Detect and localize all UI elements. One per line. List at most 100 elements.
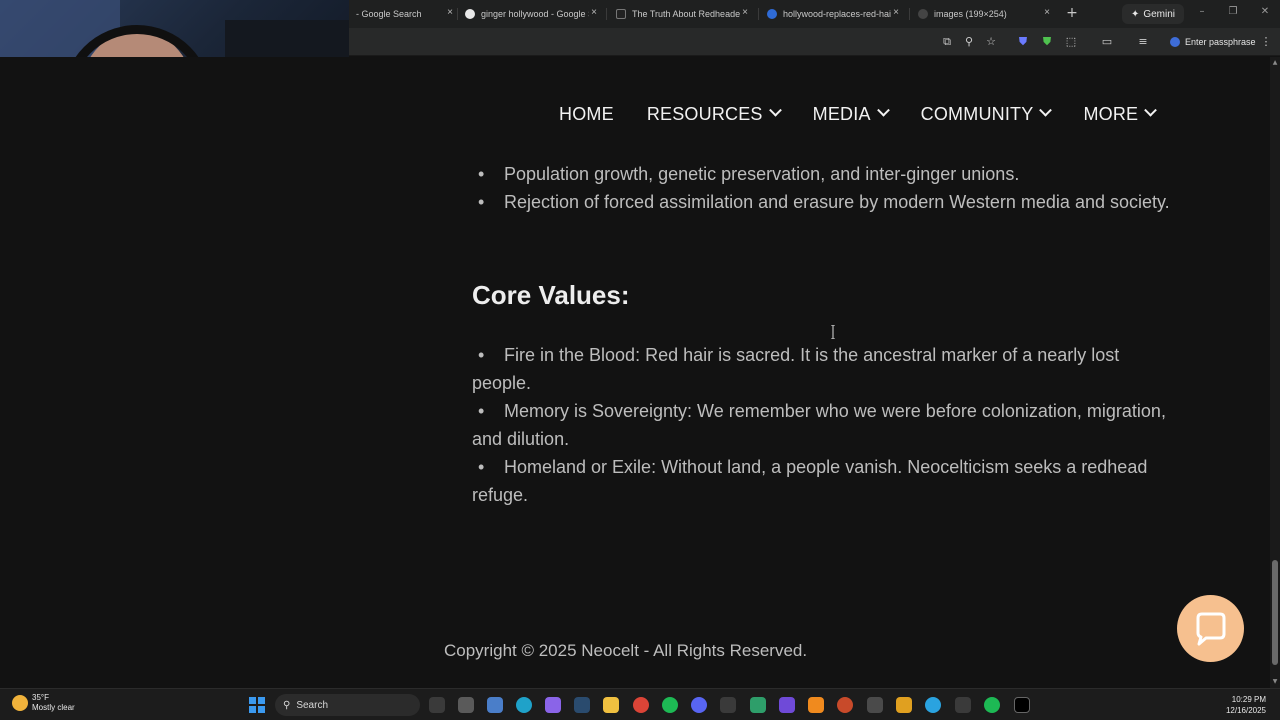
x-app-icon[interactable] xyxy=(1014,697,1030,713)
list-item: Homeland or Exile: Without land, a peopl… xyxy=(472,453,1182,509)
taskbar-search[interactable]: ⚲ Search xyxy=(275,694,420,716)
search-icon: ⚲ xyxy=(283,699,291,711)
spotify-icon[interactable] xyxy=(662,697,678,713)
browser-tab-strip: - Google Search × ginger hollywood - Goo… xyxy=(349,0,1280,28)
copilot-icon[interactable] xyxy=(545,697,561,713)
tab-close-icon[interactable]: × xyxy=(588,7,600,18)
tab-title: The Truth About Redheaded xyxy=(632,9,740,19)
scrollbar-thumb[interactable] xyxy=(1272,560,1278,665)
passphrase-button[interactable]: Enter passphrase xyxy=(1164,33,1262,51)
nav-label: MORE xyxy=(1083,104,1139,124)
extension-shield-icon[interactable]: ⛊ xyxy=(1016,35,1030,49)
tab-close-icon[interactable]: × xyxy=(1041,7,1053,18)
store-icon[interactable] xyxy=(458,697,474,713)
spotify-icon[interactable] xyxy=(984,697,1000,713)
nav-resources[interactable]: RESOURCES xyxy=(646,103,782,125)
nav-more[interactable]: MORE xyxy=(1083,103,1158,125)
browser-tab[interactable]: - Google Search × xyxy=(356,4,456,24)
telegram-icon[interactable] xyxy=(925,697,941,713)
browser-toolbar: ⧉ ⚲ ☆ ⛊ ⛊ ⬚ ▭ ≡ Enter passphrase ⋮ xyxy=(349,28,1280,56)
core-values-heading: Core Values: xyxy=(472,280,630,310)
close-window-button[interactable]: ✕ xyxy=(1258,6,1272,17)
browser-tab[interactable]: images (199×254) × xyxy=(918,4,1053,24)
app-icon[interactable] xyxy=(837,697,853,713)
zoom-icon[interactable]: ⚲ xyxy=(962,35,976,48)
clock-time: 10:29 PM xyxy=(1231,695,1266,704)
windows-start-button[interactable] xyxy=(249,697,265,713)
tab-close-icon[interactable]: × xyxy=(444,7,456,18)
tab-title: hollywood-replaces-red-hai xyxy=(783,9,891,19)
app-icon[interactable] xyxy=(750,697,766,713)
tab-title: ginger hollywood - Google S xyxy=(481,9,589,19)
tab-divider xyxy=(758,8,759,20)
nav-community[interactable]: COMMUNITY xyxy=(920,103,1053,125)
weather-widget[interactable]: 35°F Mostly clear xyxy=(12,693,75,713)
tab-divider xyxy=(606,8,607,20)
app-icon[interactable] xyxy=(779,697,795,713)
restore-button[interactable]: ❐ xyxy=(1226,6,1240,17)
edge-icon[interactable] xyxy=(516,697,532,713)
discord-icon[interactable] xyxy=(691,697,707,713)
adblock-icon[interactable]: ⛊ xyxy=(1040,35,1054,49)
chat-button[interactable] xyxy=(1177,595,1244,662)
nav-label: HOME xyxy=(559,104,614,124)
browser-tab[interactable]: The Truth About Redheaded × xyxy=(616,4,751,24)
bookmark-star-icon[interactable]: ☆ xyxy=(984,35,998,48)
nav-label: MEDIA xyxy=(812,104,871,124)
screen: - Google Search × ginger hollywood - Goo… xyxy=(0,0,1280,720)
reading-list-icon[interactable]: ≡ xyxy=(1136,35,1150,48)
nav-label: RESOURCES xyxy=(646,104,763,124)
tab-divider xyxy=(457,8,458,20)
weather-description: Mostly clear xyxy=(32,703,75,712)
task-view-icon[interactable] xyxy=(429,697,445,713)
site-favicon-icon xyxy=(616,9,626,19)
chevron-down-icon xyxy=(1039,103,1053,117)
gemini-button[interactable]: ✦ Gemini xyxy=(1122,4,1184,24)
globe-icon xyxy=(918,9,928,19)
gemini-label: Gemini xyxy=(1143,8,1176,20)
app-icon[interactable] xyxy=(955,697,971,713)
tab-close-icon[interactable]: × xyxy=(890,7,902,18)
scroll-up-arrow-icon[interactable]: ▲ xyxy=(1270,59,1280,66)
install-app-icon[interactable]: ⧉ xyxy=(940,35,954,49)
minimize-button[interactable]: – xyxy=(1195,6,1209,17)
page-scrollbar[interactable]: ▲ ▼ xyxy=(1270,57,1280,688)
app-icon[interactable] xyxy=(867,697,883,713)
app-icon[interactable] xyxy=(487,697,503,713)
weather-moon-icon xyxy=(12,695,28,711)
list-item: Rejection of forced assimilation and era… xyxy=(472,188,1182,216)
list-item: Population growth, genetic preservation,… xyxy=(472,160,1182,188)
new-tab-button[interactable]: + xyxy=(1065,5,1079,21)
weather-temperature: 35°F xyxy=(32,693,49,702)
browser-tab[interactable]: ginger hollywood - Google S × xyxy=(465,4,600,24)
clock-date: 12/16/2025 xyxy=(1225,706,1266,715)
browser-tab[interactable]: hollywood-replaces-red-hai × xyxy=(767,4,902,24)
footer-copyright: Copyright © 2025 Neocelt - All Rights Re… xyxy=(444,641,808,660)
split-view-icon[interactable]: ▭ xyxy=(1100,35,1114,48)
search-label: Search xyxy=(296,699,329,711)
extensions-puzzle-icon[interactable]: ⬚ xyxy=(1064,35,1078,48)
chrome-icon[interactable] xyxy=(633,697,649,713)
scroll-down-arrow-icon[interactable]: ▼ xyxy=(1270,678,1280,685)
tab-divider xyxy=(909,8,910,20)
tab-title: - Google Search xyxy=(356,9,422,19)
intro-list: Population growth, genetic preservation,… xyxy=(472,160,1182,216)
file-explorer-icon[interactable] xyxy=(603,697,619,713)
nav-home[interactable]: HOME xyxy=(559,104,614,125)
nav-label: COMMUNITY xyxy=(920,104,1034,124)
profile-avatar-icon xyxy=(1170,37,1180,47)
list-item: Memory is Sovereignty: We remember who w… xyxy=(472,397,1182,453)
chevron-down-icon xyxy=(876,103,890,117)
windows-taskbar: 35°F Mostly clear ⚲ Search 10:29 PM 12/1… xyxy=(0,688,1280,720)
nav-media[interactable]: MEDIA xyxy=(812,103,890,125)
tab-close-icon[interactable]: × xyxy=(739,7,751,18)
app-icon[interactable] xyxy=(720,697,736,713)
system-clock[interactable]: 10:29 PM 12/16/2025 xyxy=(1222,694,1266,716)
chevron-down-icon xyxy=(1144,103,1158,117)
steam-icon[interactable] xyxy=(574,697,590,713)
list-item: Fire in the Blood: Red hair is sacred. I… xyxy=(472,341,1182,397)
app-icon[interactable] xyxy=(896,697,912,713)
vlc-icon[interactable] xyxy=(808,697,824,713)
sparkle-icon: ✦ xyxy=(1130,8,1140,20)
menu-kebab-icon[interactable]: ⋮ xyxy=(1259,35,1273,48)
